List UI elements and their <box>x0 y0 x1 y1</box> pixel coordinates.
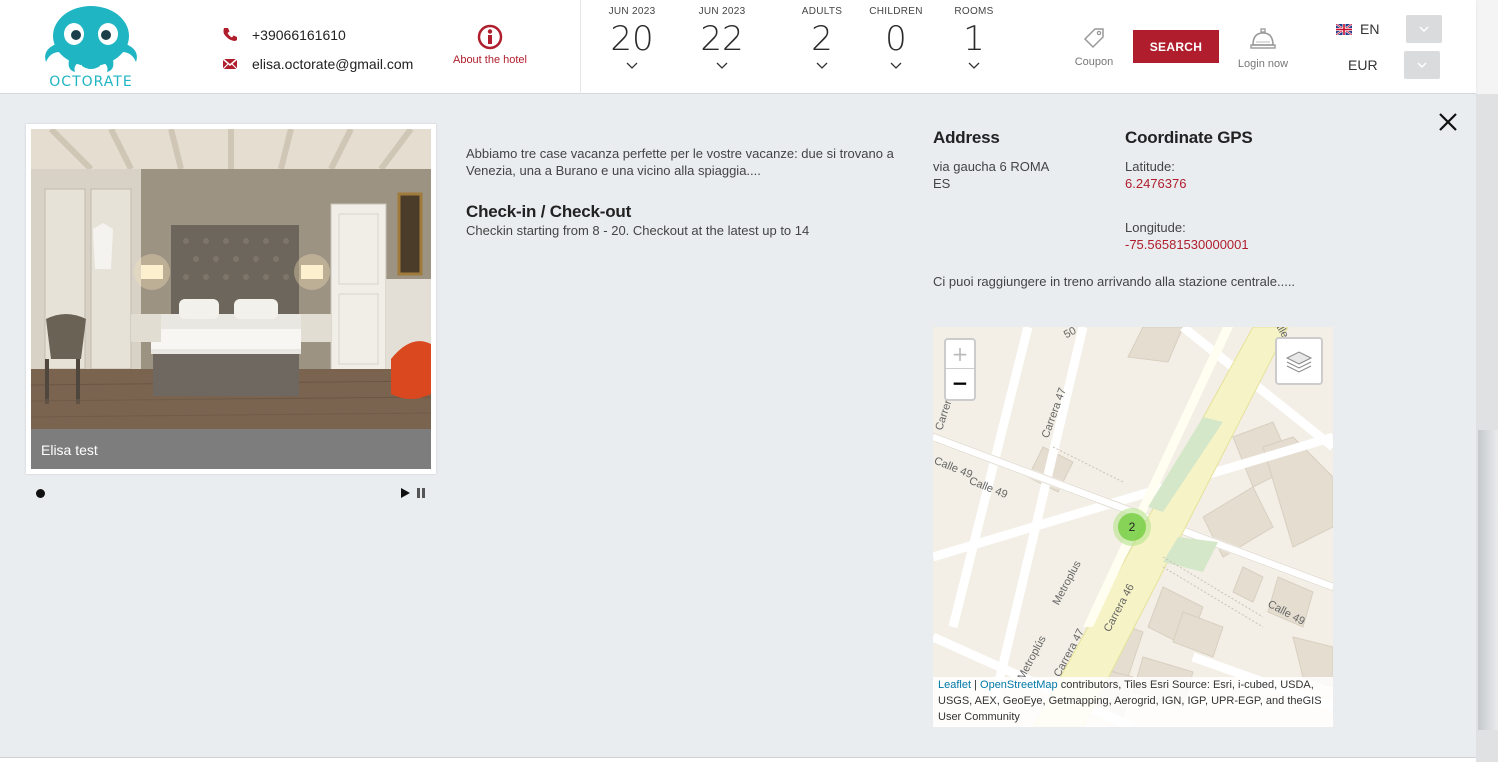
checkin-date-selector[interactable]: JUN 2023 20 <box>600 6 664 70</box>
map-attribution: Leaflet | OpenStreetMap contributors, Ti… <box>933 677 1333 727</box>
login-label: Login now <box>1237 58 1289 70</box>
checkin-month: JUN 2023 <box>608 6 656 17</box>
rooms-caption: ROOMS <box>954 6 994 17</box>
about-hotel-link[interactable]: About the hotel <box>448 24 532 74</box>
pause-icon[interactable] <box>417 488 425 498</box>
longitude-label: Longitude: <box>1125 220 1186 235</box>
play-icon[interactable] <box>401 488 410 498</box>
bell-icon <box>1250 28 1276 49</box>
longitude-value: -75.56581530000001 <box>1125 237 1249 252</box>
openstreetmap-link[interactable]: OpenStreetMap <box>980 679 1058 691</box>
booking-header: OCTORATE +39066161610 elisa.octorate@gma… <box>0 0 1476 94</box>
chevron-down-icon <box>1417 62 1427 69</box>
tag-icon <box>1083 28 1104 49</box>
latitude-label: Latitude: <box>1125 159 1175 174</box>
adults-count: 2 <box>811 19 833 59</box>
coupon-button[interactable]: Coupon <box>1070 26 1118 68</box>
phone-contact[interactable]: +39066161610 <box>222 27 422 45</box>
attribution-separator: | <box>971 679 981 691</box>
location-map[interactable]: Carrera 47 Calle 49 Calle 49 Carrera 46 … <box>933 327 1333 727</box>
phone-number: +39066161610 <box>252 27 346 43</box>
adults-caption: ADULTS <box>801 6 843 17</box>
about-hotel-label: About the hotel <box>452 54 527 66</box>
phone-icon <box>223 28 237 41</box>
checkin-checkout-title: Check-in / Check-out <box>466 202 632 221</box>
login-button[interactable]: Login now <box>1234 24 1292 70</box>
email-address: elisa.octorate@gmail.com <box>252 56 414 72</box>
children-count: 0 <box>885 19 907 59</box>
coupon-label: Coupon <box>1074 56 1114 68</box>
bedroom-image <box>31 129 431 429</box>
directions-text: Ci puoi raggiungere in treno arrivando a… <box>933 274 1296 289</box>
checkin-checkout-text: Checkin starting from 8 - 20. Checkout a… <box>466 223 810 238</box>
photo-caption: Elisa test <box>31 429 431 469</box>
close-icon[interactable] <box>1436 110 1460 134</box>
modal-bottom-edge <box>0 757 1476 762</box>
language-value: EN <box>1360 21 1380 37</box>
map-zoom-control: + − <box>944 338 976 401</box>
uk-flag-icon <box>1336 24 1352 35</box>
zoom-out-button[interactable]: − <box>946 369 974 398</box>
checkin-day: 20 <box>610 19 654 59</box>
map-marker-cluster[interactable]: 2 <box>1113 508 1151 546</box>
info-icon <box>477 24 503 50</box>
checkout-month: JUN 2023 <box>698 6 746 17</box>
rooms-count: 1 <box>963 19 985 59</box>
address-line-2: ES <box>933 176 951 191</box>
room-photo[interactable] <box>31 129 431 429</box>
octorate-logo[interactable]: OCTORATE <box>34 4 148 90</box>
background-page-strip <box>1476 0 1498 762</box>
address-title: Address <box>933 128 1000 147</box>
rooms-selector[interactable]: ROOMS 1 <box>949 6 999 70</box>
slideshow-controls <box>401 488 425 498</box>
gps-title: Coordinate GPS <box>1125 128 1253 147</box>
chevron-down-icon <box>968 62 980 69</box>
checkout-date-selector[interactable]: JUN 2023 22 <box>690 6 754 70</box>
chevron-down-icon <box>716 62 728 69</box>
language-selector[interactable]: EN <box>1336 21 1396 39</box>
map-layers-button[interactable] <box>1275 337 1323 385</box>
language-dropdown-button[interactable] <box>1406 15 1442 43</box>
hotel-description: Abbiamo tre case vacanza perfette per le… <box>466 146 894 178</box>
octopus-icon <box>45 6 137 72</box>
currency-dropdown-button[interactable] <box>1404 51 1440 79</box>
layers-icon <box>1285 351 1313 373</box>
chevron-down-icon <box>1419 26 1429 33</box>
header-divider <box>580 0 581 94</box>
logo-wordmark: OCTORATE <box>49 74 133 90</box>
mail-icon <box>222 58 238 70</box>
latitude-value: 6.2476376 <box>1125 176 1187 191</box>
cluster-count: 2 <box>1118 513 1146 541</box>
children-selector[interactable]: CHILDREN 0 <box>866 6 926 70</box>
zoom-in-button[interactable]: + <box>946 340 974 369</box>
chevron-down-icon <box>890 62 902 69</box>
children-caption: CHILDREN <box>869 6 923 17</box>
currency-value[interactable]: EUR <box>1348 57 1378 73</box>
leaflet-link[interactable]: Leaflet <box>938 679 971 691</box>
slide-indicator-dot[interactable] <box>36 489 45 498</box>
adults-selector[interactable]: ADULTS 2 <box>797 6 847 70</box>
address-line-1: via gaucha 6 ROMA <box>933 159 1050 174</box>
search-button[interactable]: SEARCH <box>1133 30 1219 63</box>
email-contact[interactable]: elisa.octorate@gmail.com <box>222 56 442 74</box>
chevron-down-icon <box>626 62 638 69</box>
chevron-down-icon <box>816 62 828 69</box>
checkout-day: 22 <box>700 19 744 59</box>
photo-gallery: Elisa test <box>26 124 436 474</box>
